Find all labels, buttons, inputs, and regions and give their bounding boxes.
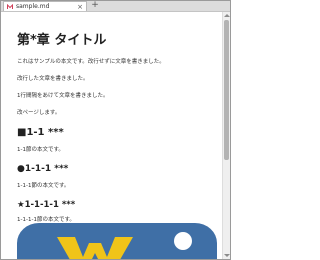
tab-bar: sample.md × + xyxy=(1,1,230,12)
heading-4: ★1-1-1-1 *** xyxy=(17,200,76,210)
add-tab-button[interactable]: + xyxy=(90,1,100,11)
paragraph: 1-1節の本文です。 xyxy=(17,147,64,153)
heading-2: ■1-1 *** xyxy=(17,127,64,138)
editor-window: sample.md × + 第*章 タイトル これはサンプルの本文です。改行せず… xyxy=(0,0,231,260)
vertical-scrollbar[interactable] xyxy=(222,12,230,259)
close-icon[interactable]: × xyxy=(77,3,83,11)
heading-1: 第*章 タイトル xyxy=(17,33,107,48)
paragraph: 改ページします。 xyxy=(17,110,61,116)
tab-title: sample.md xyxy=(16,2,50,10)
heading-3: ●1-1-1 *** xyxy=(17,164,69,174)
scroll-up-icon[interactable] xyxy=(224,14,230,17)
paragraph: 1行間隔をあけて文章を書きました。 xyxy=(17,93,109,99)
paragraph: 1-1-1節の本文です。 xyxy=(17,183,70,189)
scroll-thumb[interactable] xyxy=(224,20,229,160)
tab-sample-md[interactable]: sample.md × xyxy=(3,1,87,11)
scroll-down-icon[interactable] xyxy=(224,254,230,257)
paragraph: 改行した文章を書きました。 xyxy=(17,76,89,82)
paragraph: これはサンプルの本文です。改行せずに文章を書きました。 xyxy=(17,59,165,65)
markdown-file-icon xyxy=(7,3,13,10)
document-content: 第*章 タイトル これはサンプルの本文です。改行せずに文章を書きました。 改行し… xyxy=(17,33,217,234)
embedded-image xyxy=(17,223,217,259)
image-circle xyxy=(174,232,192,250)
